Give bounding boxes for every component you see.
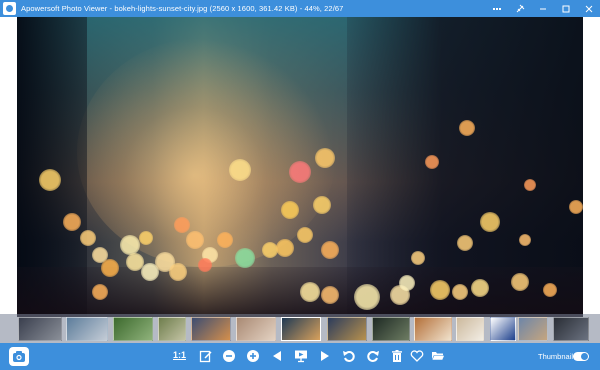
- bokeh-light: [569, 200, 583, 214]
- thumbnail-dark-plant[interactable]: [372, 317, 410, 341]
- bokeh-light: [63, 213, 81, 231]
- bokeh-light: [120, 235, 140, 255]
- favorite-icon[interactable]: [410, 349, 424, 363]
- zoom-in-icon[interactable]: [246, 349, 260, 363]
- thumbnail-green-field[interactable]: [113, 317, 153, 341]
- maximize-icon[interactable]: [561, 4, 571, 14]
- window-controls: [492, 0, 594, 17]
- delete-icon[interactable]: [390, 349, 404, 363]
- bokeh-light: [321, 286, 339, 304]
- bokeh-light: [174, 217, 190, 233]
- bokeh-light: [39, 169, 61, 191]
- close-icon[interactable]: [584, 4, 594, 14]
- thumbnail-video-camera-icon[interactable]: [490, 317, 516, 341]
- bokeh-light: [399, 275, 415, 291]
- main-photo[interactable]: [17, 17, 583, 317]
- bokeh-light: [297, 227, 313, 243]
- bokeh-light: [524, 179, 536, 191]
- zoom-out-icon[interactable]: [222, 349, 236, 363]
- previous-icon[interactable]: [270, 349, 284, 363]
- bokeh-light: [289, 161, 311, 183]
- bokeh-light: [217, 232, 233, 248]
- bokeh-light: [519, 234, 531, 246]
- bokeh-light: [411, 251, 425, 265]
- bokeh-light: [452, 284, 468, 300]
- thumbnail-strip: [0, 314, 600, 344]
- multi-window-icon[interactable]: [492, 4, 502, 14]
- thumbnail-dark-room[interactable]: [553, 317, 589, 341]
- edit-icon[interactable]: [199, 349, 213, 363]
- bokeh-light: [229, 159, 251, 181]
- bokeh-light: [425, 155, 439, 169]
- thumbnail-night-bridge[interactable]: [327, 317, 367, 341]
- rotate-left-icon[interactable]: [342, 349, 356, 363]
- thumbnail-beach-people[interactable]: [518, 317, 548, 341]
- bokeh-light: [300, 282, 320, 302]
- open-folder-icon[interactable]: [431, 349, 445, 363]
- thumbnail-bokeh-lights-sunset-city[interactable]: [281, 317, 321, 341]
- thumbnail-city-street[interactable]: [18, 317, 62, 341]
- bokeh-light: [471, 279, 489, 297]
- bokeh-light: [313, 196, 331, 214]
- bokeh-light: [354, 284, 380, 310]
- thumbnail-toggle[interactable]: [573, 352, 589, 361]
- bokeh-light: [169, 263, 187, 281]
- bokeh-light: [457, 235, 473, 251]
- thumbnail-food-plate[interactable]: [414, 317, 452, 341]
- thumbnail-bird-branch[interactable]: [158, 317, 186, 341]
- thumbnail-sunset-harbor[interactable]: [191, 317, 231, 341]
- bokeh-light: [480, 212, 500, 232]
- window-title: Apowersoft Photo Viewer - bokeh-lights-s…: [21, 4, 344, 13]
- bokeh-light: [186, 231, 204, 249]
- bokeh-light: [511, 273, 529, 291]
- thumbnail-cat-face[interactable]: [236, 317, 276, 341]
- bokeh-light: [235, 248, 255, 268]
- app-logo-icon: [3, 2, 16, 15]
- bokeh-light: [101, 259, 119, 277]
- bokeh-light: [276, 239, 294, 257]
- bokeh-light: [80, 230, 96, 246]
- next-icon[interactable]: [318, 349, 332, 363]
- toggle-knob: [581, 353, 588, 360]
- bottom-toolbar: 1:1 Thumbnail: [0, 343, 600, 370]
- actual-size-button[interactable]: 1:1: [173, 350, 186, 360]
- bokeh-light: [92, 284, 108, 300]
- pin-icon[interactable]: [515, 4, 525, 14]
- photo-viewer-window: Apowersoft Photo Viewer - bokeh-lights-s…: [0, 0, 600, 370]
- camera-button[interactable]: [9, 347, 29, 366]
- slideshow-icon[interactable]: [294, 349, 308, 363]
- camera-icon: [13, 351, 25, 362]
- thumbnail-mountain-lake[interactable]: [66, 317, 108, 341]
- bokeh-light: [321, 241, 339, 259]
- bokeh-light: [139, 231, 153, 245]
- bokeh-light: [315, 148, 335, 168]
- bokeh-light: [459, 120, 475, 136]
- minimize-icon[interactable]: [538, 4, 548, 14]
- title-bar: Apowersoft Photo Viewer - bokeh-lights-s…: [0, 0, 600, 17]
- thumbnail-dog-white[interactable]: [456, 317, 484, 341]
- bokeh-light: [281, 201, 299, 219]
- bokeh-light: [430, 280, 450, 300]
- rotate-right-icon[interactable]: [366, 349, 380, 363]
- bokeh-light: [543, 283, 557, 297]
- thumbnail-toggle-label: Thumbnail: [538, 352, 574, 361]
- bokeh-light: [198, 258, 212, 272]
